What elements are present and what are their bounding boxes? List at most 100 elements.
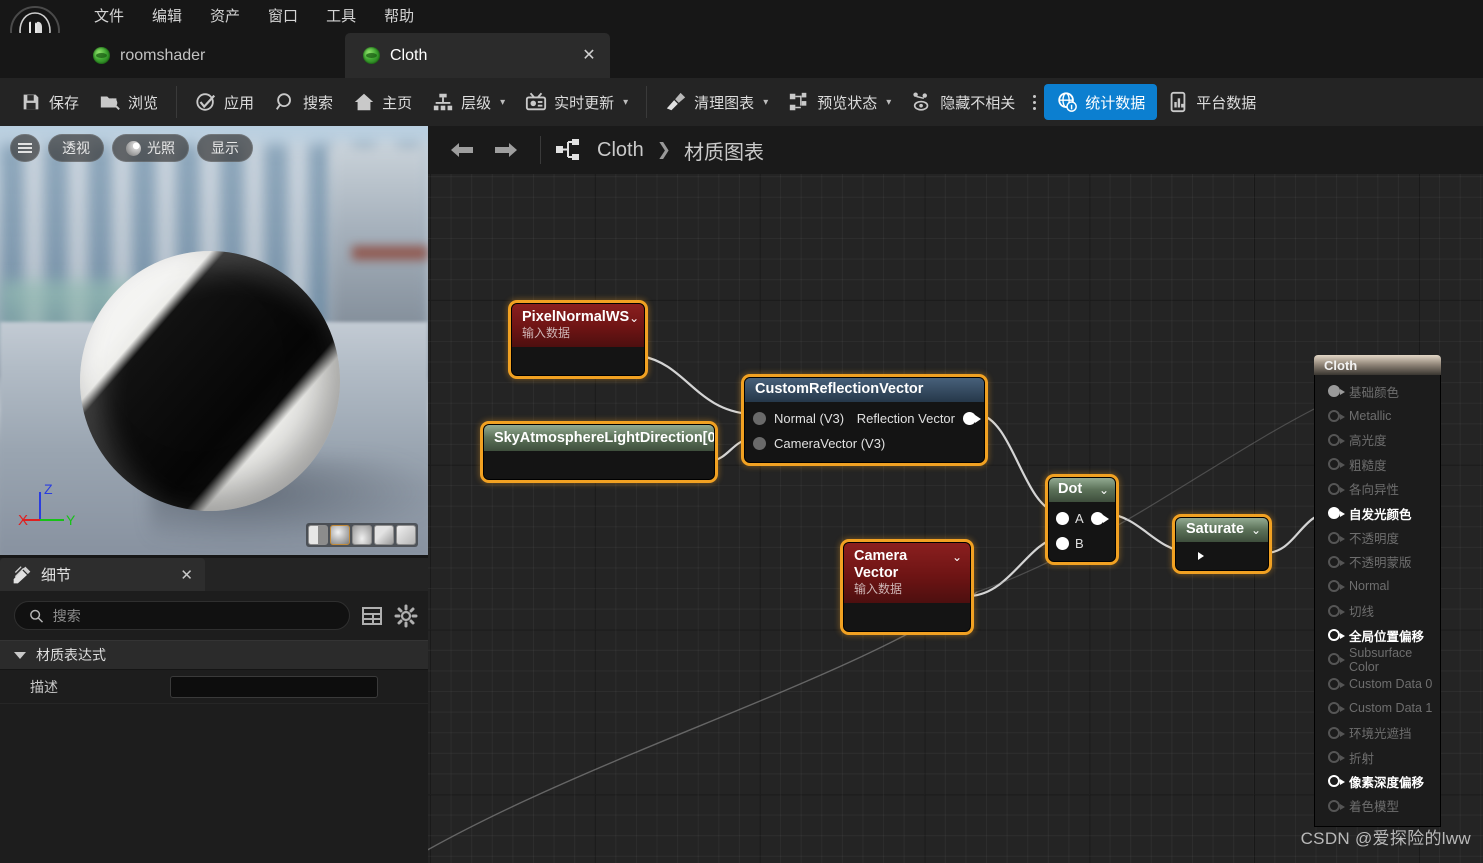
material-input-pin[interactable] <box>1328 604 1345 617</box>
back-button[interactable] <box>442 133 482 167</box>
viewport-show-button[interactable]: 显示 <box>197 134 253 162</box>
chevron-down-icon[interactable]: ⌄ <box>629 311 639 325</box>
material-input-pin[interactable] <box>1328 653 1345 666</box>
viewport-menu-icon[interactable] <box>10 134 40 162</box>
material-input-pin[interactable] <box>1328 531 1345 544</box>
apply-button[interactable]: 应用 <box>185 83 264 121</box>
output-pin-row[interactable]: Custom Data 0 <box>1315 672 1440 696</box>
search-input[interactable] <box>52 607 335 624</box>
node-header[interactable]: Saturate ⌄ <box>1176 518 1268 542</box>
chevron-down-icon[interactable]: ⌄ <box>1099 483 1109 497</box>
output-pin-row[interactable]: 环境光遮挡 <box>1315 720 1440 744</box>
viewport-lighting-button[interactable]: 光照 <box>112 134 189 162</box>
home-button[interactable]: 主页 <box>343 83 422 121</box>
cube-shape-icon[interactable] <box>374 525 394 545</box>
material-input-pin[interactable] <box>1328 629 1345 642</box>
material-input-pin[interactable] <box>1328 702 1345 715</box>
column-settings-icon[interactable] <box>360 604 384 628</box>
breadcrumb-current[interactable]: 材质图表 <box>684 136 764 165</box>
output-pin-row[interactable]: 基础颜色 <box>1315 379 1440 403</box>
chevron-down-icon[interactable]: ⌄ <box>952 550 962 564</box>
clean-graph-button[interactable]: 清理图表 ▾ <box>655 83 778 121</box>
details-panel-tab[interactable]: 细节 ✕ <box>0 558 205 591</box>
sphere-shape-icon[interactable] <box>330 525 350 545</box>
material-input-pin[interactable] <box>1328 799 1345 812</box>
menu-item-edit[interactable]: 编辑 <box>138 2 196 32</box>
output-pin-row[interactable]: Subsurface Color <box>1315 646 1440 674</box>
gear-icon[interactable] <box>394 604 418 628</box>
chevron-down-icon[interactable]: ⌄ <box>1251 523 1261 537</box>
node-skyatmospherelightdirection[interactable]: SkyAtmosphereLightDirection[0] ⌄ <box>480 421 718 483</box>
close-icon[interactable]: ✕ <box>180 566 193 584</box>
material-input-pin[interactable] <box>1328 385 1345 398</box>
preview-state-button[interactable]: 预览状态 ▾ <box>778 83 901 121</box>
live-update-button[interactable]: 实时更新 ▾ <box>515 83 638 121</box>
custom-mesh-shape-icon[interactable] <box>396 525 416 545</box>
menu-item-help[interactable]: 帮助 <box>370 2 428 32</box>
browse-button[interactable]: 浏览 <box>89 83 168 121</box>
node-header[interactable]: SkyAtmosphereLightDirection[0] ⌄ <box>484 425 714 451</box>
description-field[interactable] <box>170 675 378 698</box>
input-pin-cameravector[interactable] <box>753 437 766 450</box>
output-pin-row[interactable]: 不透明蒙版 <box>1315 550 1440 574</box>
output-pin-row[interactable]: 不透明度 <box>1315 525 1440 549</box>
hierarchy-button[interactable]: 层级 ▾ <box>422 83 515 121</box>
output-pin-row[interactable]: Metallic <box>1315 403 1440 427</box>
tab-roomshader[interactable]: roomshader <box>75 33 223 78</box>
material-input-pin[interactable] <box>1328 555 1345 568</box>
forward-button[interactable] <box>486 133 526 167</box>
material-input-pin-emissive[interactable] <box>1328 507 1345 520</box>
output-pin-row[interactable]: 高光度 <box>1315 428 1440 452</box>
search-button[interactable]: 搜索 <box>264 83 343 121</box>
breadcrumb-root[interactable]: Cloth <box>597 139 644 162</box>
material-input-pin[interactable] <box>1328 458 1345 471</box>
viewport-perspective-button[interactable]: 透视 <box>48 134 104 162</box>
node-dot[interactable]: Dot ⌄ A B <box>1045 474 1119 565</box>
node-header[interactable]: Camera Vector 输入数据 ⌄ <box>844 543 970 603</box>
input-pin-b[interactable] <box>1056 537 1069 550</box>
material-input-pin[interactable] <box>1328 433 1345 446</box>
menu-item-window[interactable]: 窗口 <box>254 2 312 32</box>
output-pin-reflection-vector[interactable] <box>963 412 981 425</box>
output-pin-row[interactable]: 各向异性 <box>1315 477 1440 501</box>
material-input-pin[interactable] <box>1328 409 1345 422</box>
node-saturate[interactable]: Saturate ⌄ <box>1172 514 1272 574</box>
input-pin-a[interactable] <box>1056 512 1069 525</box>
tab-cloth[interactable]: Cloth ✕ <box>345 33 610 78</box>
close-icon[interactable]: ✕ <box>580 47 598 65</box>
output-pin-row-pixel-depth-offset[interactable]: 像素深度偏移 <box>1315 769 1440 793</box>
output-pin-row[interactable]: 切线 <box>1315 599 1440 623</box>
details-search-box[interactable] <box>14 601 350 630</box>
material-input-pin[interactable] <box>1328 775 1345 788</box>
plane-shape-icon[interactable] <box>308 525 328 545</box>
material-input-pin[interactable] <box>1328 726 1345 739</box>
hide-unrelated-button[interactable]: 隐藏不相关 <box>901 83 1025 121</box>
node-camera-vector[interactable]: Camera Vector 输入数据 ⌄ <box>840 539 974 635</box>
cylinder-shape-icon[interactable] <box>352 525 372 545</box>
node-pixelnormalws[interactable]: PixelNormalWS 输入数据 ⌄ <box>508 300 648 379</box>
stats-button[interactable]: 统计数据 <box>1044 84 1158 120</box>
output-pin-row[interactable]: Normal <box>1315 574 1440 598</box>
output-pin[interactable] <box>1091 512 1109 525</box>
output-pin-row-world-position-offset[interactable]: 全局位置偏移 <box>1315 623 1440 647</box>
save-button[interactable]: 保存 <box>10 83 89 121</box>
material-input-pin[interactable] <box>1328 580 1345 593</box>
more-options-icon[interactable] <box>1025 94 1044 110</box>
output-pin-row[interactable]: 着色模型 <box>1315 794 1440 818</box>
menu-item-asset[interactable]: 资产 <box>196 2 254 32</box>
input-pin-normal[interactable] <box>753 412 766 425</box>
details-category-material-expression[interactable]: 材质表达式 <box>0 640 428 670</box>
output-pin-row[interactable]: 粗糙度 <box>1315 452 1440 476</box>
material-preview-viewport[interactable]: 透视 光照 显示 Z Y X <box>0 126 428 555</box>
output-pin-row-emissive[interactable]: 自发光颜色 <box>1315 501 1440 525</box>
node-header[interactable]: Cloth <box>1314 355 1441 375</box>
material-input-pin[interactable] <box>1328 677 1345 690</box>
material-input-pin[interactable] <box>1328 482 1345 495</box>
output-pin-row[interactable]: 折射 <box>1315 745 1440 769</box>
preview-sphere-mesh[interactable] <box>80 251 340 511</box>
material-input-pin[interactable] <box>1328 751 1345 764</box>
menu-item-file[interactable]: 文件 <box>80 2 138 32</box>
node-header[interactable]: CustomReflectionVector <box>745 378 984 402</box>
menu-item-tools[interactable]: 工具 <box>312 2 370 32</box>
node-customreflectionvector[interactable]: CustomReflectionVector Normal (V3) Refle… <box>741 374 988 466</box>
